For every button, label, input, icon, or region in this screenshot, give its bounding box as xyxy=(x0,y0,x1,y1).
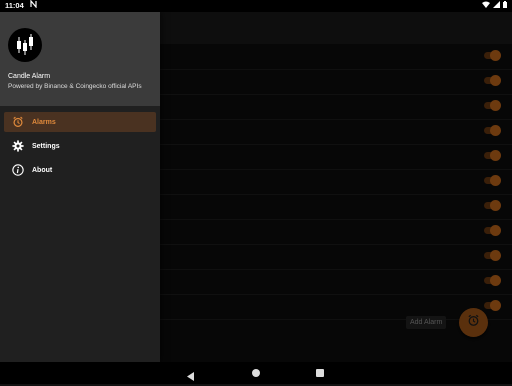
info-icon xyxy=(11,163,25,177)
drawer-header: Candle Alarm Powered by Binance & Coinge… xyxy=(0,12,160,106)
app-subtitle: Powered by Binance & Coingecko official … xyxy=(8,83,142,90)
menu-item-about[interactable]: About xyxy=(4,160,156,180)
navigation-drawer: Candle Alarm Powered by Binance & Coinge… xyxy=(0,12,160,362)
menu-item-label: About xyxy=(32,166,53,174)
menu-item-label: Settings xyxy=(32,142,60,150)
gear-icon xyxy=(11,139,25,153)
menu-item-settings[interactable]: Settings xyxy=(4,136,156,156)
menu-item-label: Alarms xyxy=(32,118,56,126)
candlestick-logo-icon xyxy=(8,28,42,62)
menu-item-alarms[interactable]: Alarms xyxy=(4,112,156,132)
wifi-icon xyxy=(482,0,490,12)
status-bar: 11:04 xyxy=(0,0,512,12)
signal-icon xyxy=(493,0,500,12)
system-nav-bar xyxy=(0,362,512,384)
app-name: Candle Alarm xyxy=(8,73,51,80)
notification-icon xyxy=(30,0,37,13)
alarm-clock-icon xyxy=(11,115,25,129)
status-time: 11:04 xyxy=(5,1,24,10)
back-icon[interactable] xyxy=(187,368,195,386)
home-icon[interactable] xyxy=(252,369,260,377)
battery-icon xyxy=(503,0,507,12)
recent-apps-icon[interactable] xyxy=(316,369,324,377)
